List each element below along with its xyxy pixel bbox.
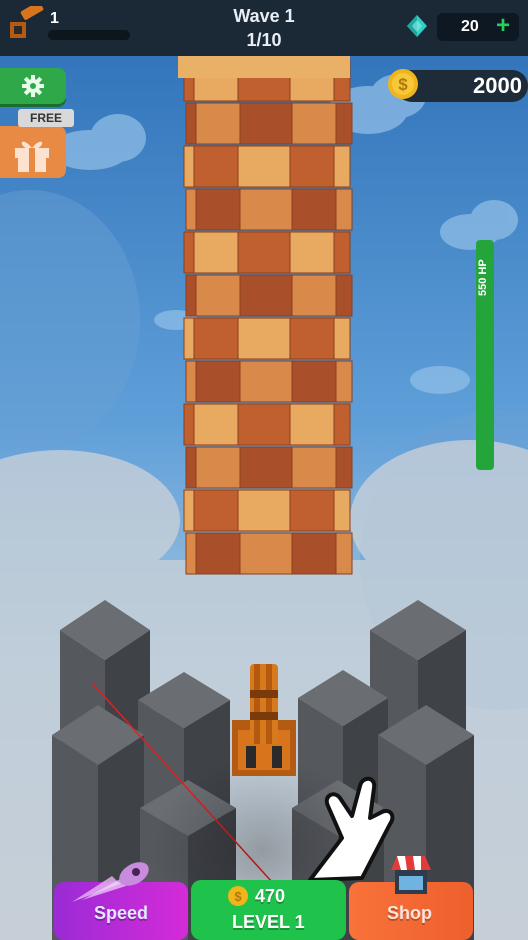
tower-brick (333, 489, 351, 532)
tower-brick (291, 188, 337, 231)
tower-brick (193, 231, 239, 274)
gem-count: 20 (461, 18, 479, 35)
tower-brick (195, 188, 241, 231)
coin-icon: $ (388, 69, 418, 99)
tower-brick (335, 102, 353, 145)
tower-brick (239, 274, 293, 317)
tower-brick (289, 317, 335, 360)
add-gems-button[interactable]: + (496, 12, 510, 40)
tower-brick (335, 274, 353, 317)
tower-brick (237, 317, 291, 360)
tower-brick (237, 145, 291, 188)
upgrade-level-label: LEVEL 1 (232, 912, 305, 932)
tower-brick (291, 360, 337, 403)
tower-brick (195, 446, 241, 489)
tower-brick (239, 102, 293, 145)
tower-brick (195, 274, 241, 317)
game-scene[interactable] (0, 0, 528, 940)
tower-brick (193, 317, 239, 360)
tower-brick (237, 489, 291, 532)
tower-brick (237, 231, 291, 274)
tower-brick (335, 360, 353, 403)
tower-brick (333, 231, 351, 274)
tower-brick (291, 274, 337, 317)
tower-brick (239, 188, 293, 231)
top-bar: 1 Wave 1 1/10 20 + (0, 0, 528, 56)
speed-label: Speed (94, 903, 149, 923)
tower-brick (335, 446, 353, 489)
shop-label: Shop (387, 903, 432, 923)
tower-brick (193, 145, 239, 188)
coin-symbol: $ (398, 75, 408, 94)
tower-brick (239, 532, 293, 575)
tower-hp-label: 550 HP (477, 259, 489, 297)
shop-stall-icon (391, 856, 431, 894)
upgrade-coin-symbol: $ (234, 889, 242, 904)
tower-brick (333, 145, 351, 188)
tower-brick (195, 102, 241, 145)
tower-brick (193, 489, 239, 532)
upgrade-coin-icon: $ (228, 886, 248, 906)
tower-brick (289, 145, 335, 188)
gift-icon (15, 141, 49, 172)
settings-button[interactable] (0, 68, 66, 104)
tower-brick (335, 532, 353, 575)
tower-brick (195, 360, 241, 403)
tower-top (178, 56, 350, 78)
tower-brick (289, 489, 335, 532)
free-tag: FREE (18, 109, 74, 127)
tower-brick (333, 403, 351, 446)
tower-brick (239, 446, 293, 489)
gem-icon (407, 15, 427, 37)
upgrade-cost: 470 (255, 886, 286, 906)
tower-brick (291, 102, 337, 145)
tower-brick (335, 188, 353, 231)
tower-brick (291, 532, 337, 575)
coin-value: 2000 (473, 73, 522, 98)
tower-brick (333, 317, 351, 360)
tower-brick (289, 231, 335, 274)
speed-rocket-icon (72, 862, 149, 902)
tower-brick (237, 403, 291, 446)
gear-icon (22, 75, 44, 97)
tower-brick (291, 446, 337, 489)
tower-brick (289, 403, 335, 446)
tower-brick (239, 360, 293, 403)
tower-brick (195, 532, 241, 575)
free-gift-button[interactable] (0, 126, 66, 178)
tower-brick (193, 403, 239, 446)
enemy-brick-tower[interactable] (178, 56, 353, 575)
